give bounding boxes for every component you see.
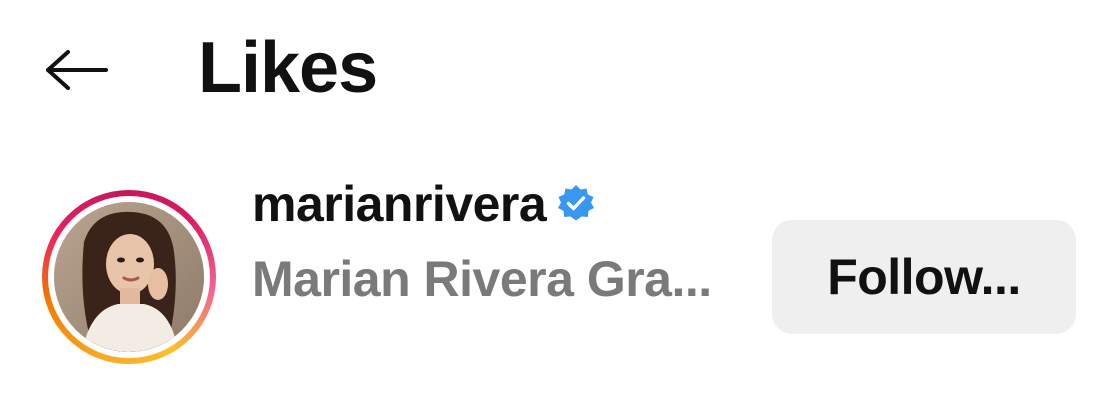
username-link[interactable]: marianrivera xyxy=(252,175,547,233)
page-title: Likes xyxy=(198,28,378,108)
list-item: marianrivera Marian Rivera Gra... Follow… xyxy=(0,160,1120,380)
likes-screen: Likes marianrivera Marian Rivera Gra... … xyxy=(0,0,1120,404)
user-info: marianrivera Marian Rivera Gra... xyxy=(252,168,712,308)
arrow-left-icon xyxy=(46,50,108,90)
follow-button[interactable]: Follow... xyxy=(772,220,1076,334)
avatar-photo xyxy=(54,202,204,352)
avatar-ring-gap xyxy=(48,196,210,358)
avatar xyxy=(54,202,204,352)
username-line: marianrivera xyxy=(252,168,712,240)
back-button[interactable] xyxy=(40,42,112,98)
verified-badge-icon xyxy=(556,184,596,224)
full-name: Marian Rivera Gra... xyxy=(252,251,712,307)
story-ring[interactable] xyxy=(42,190,216,364)
